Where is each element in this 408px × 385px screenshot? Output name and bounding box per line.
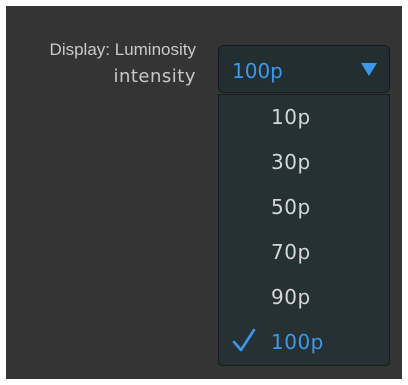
checkmark-icon [232,328,256,352]
option-label: 90p [271,285,311,309]
dropdown-option-90p[interactable]: 90p [219,277,389,321]
dropdown-options-list: 10p 30p 50p 70p 90p 100p [218,94,390,366]
option-label: 50p [271,195,311,219]
dropdown-option-30p[interactable]: 30p [219,142,389,186]
luminosity-select[interactable]: 100p [218,45,390,93]
dropdown-option-70p[interactable]: 70p [219,232,389,276]
triangle-down-icon [361,63,377,76]
setting-label-line-2: intensity [113,66,196,87]
dropdown-option-50p[interactable]: 50p [219,187,389,231]
setting-label-line-1: Display: Luminosity [49,40,196,59]
option-label: 70p [271,240,311,264]
dropdown-option-100p[interactable]: 100p [219,322,389,366]
option-label: 30p [271,150,311,174]
settings-panel: Display: Luminosity intensity 100p 10p 3… [6,6,402,379]
option-label: 10p [271,105,311,129]
option-label: 100p [271,330,324,354]
select-current-value: 100p [232,59,283,83]
dropdown-option-10p[interactable]: 10p [219,97,389,141]
